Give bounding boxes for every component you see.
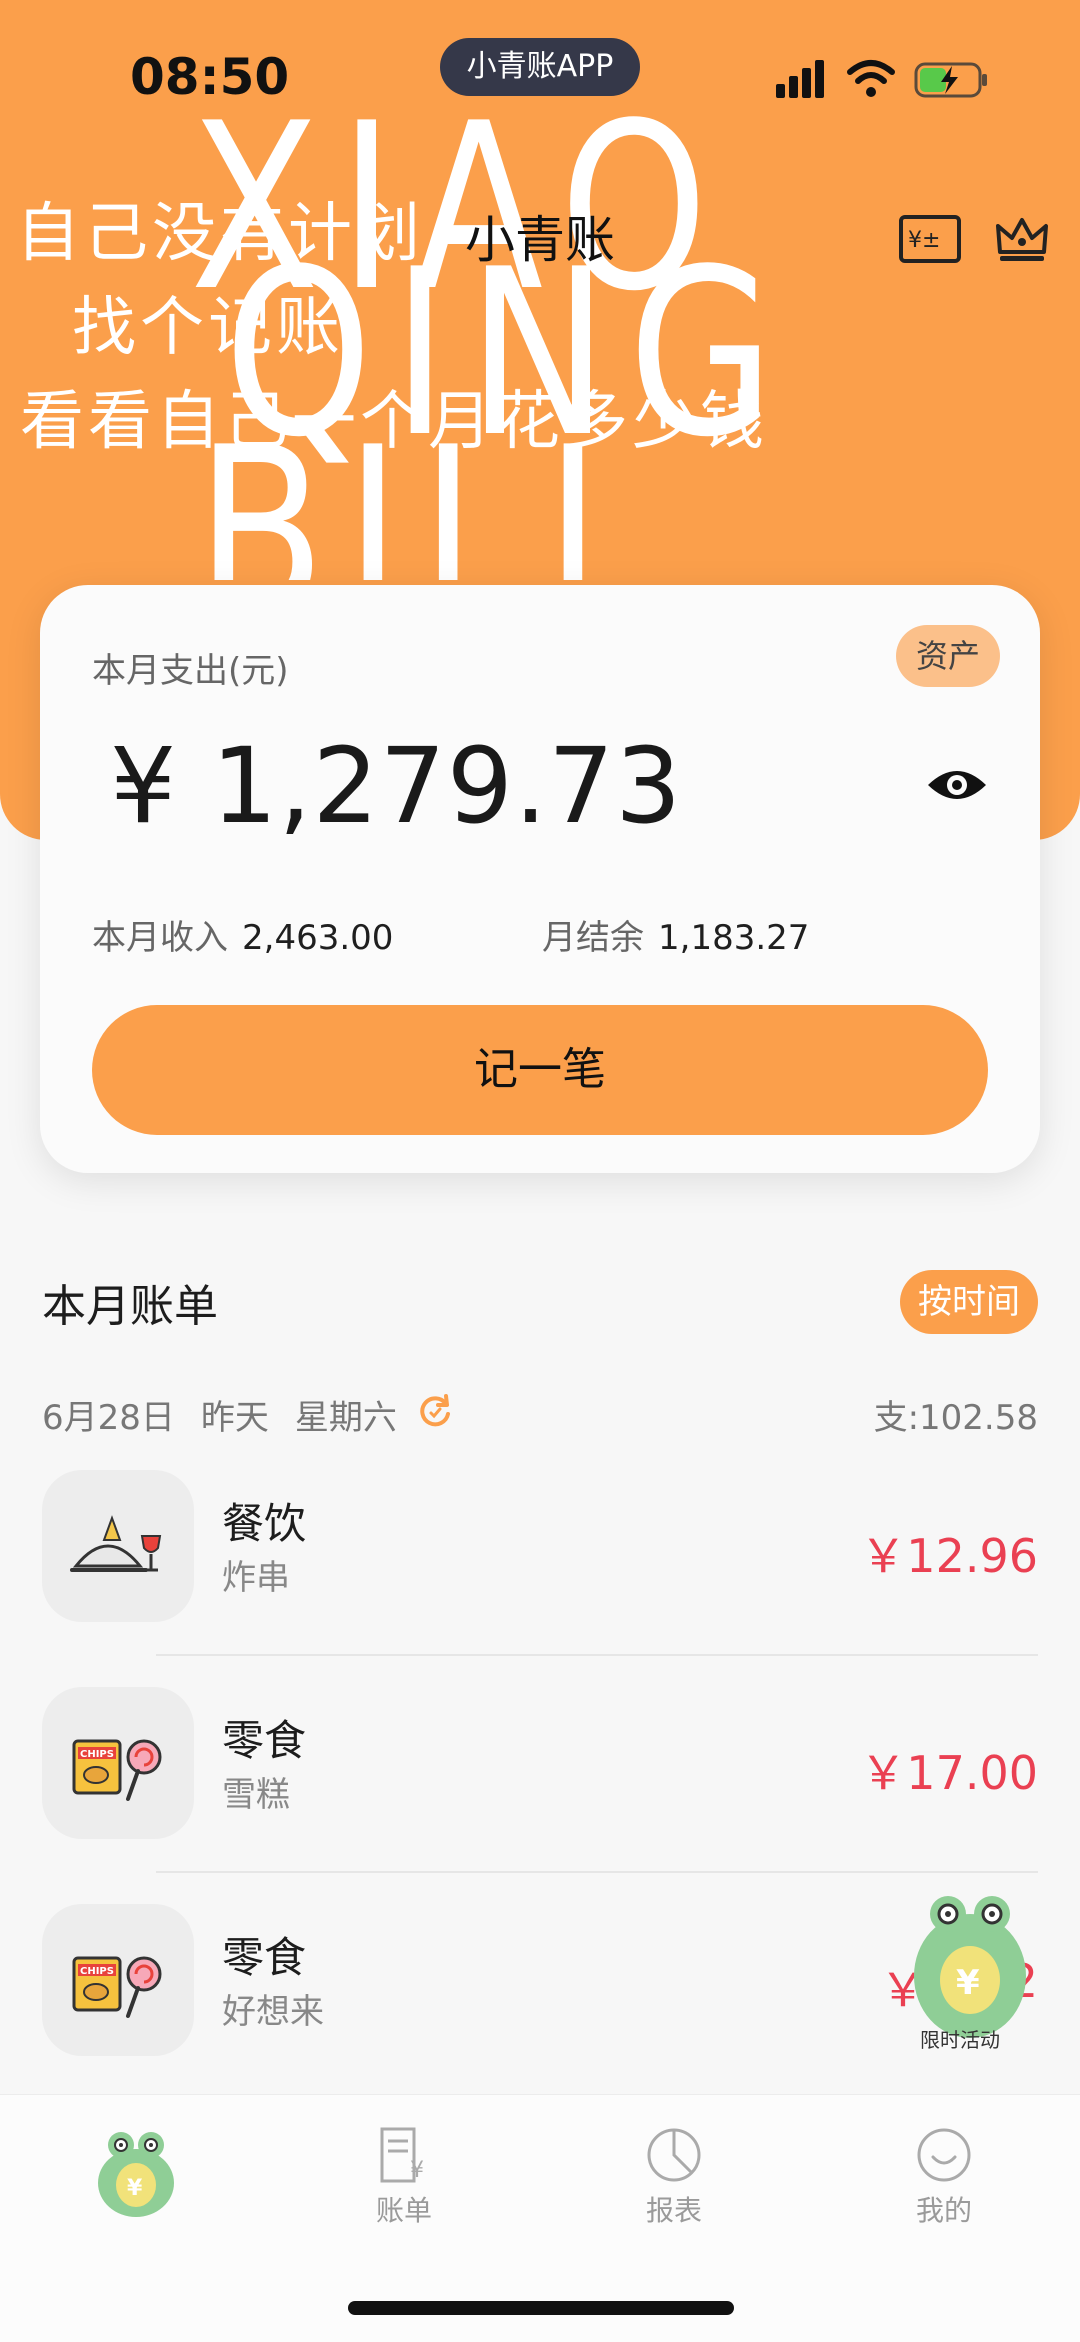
- promo-label: 限时活动: [920, 2028, 1000, 2052]
- tab-profile-label: 我的: [915, 2194, 972, 2227]
- bill-note: 好想来: [222, 1992, 324, 2032]
- status-bar: 08:50 小青账APP: [0, 0, 1080, 150]
- bills-section-title: 本月账单: [42, 1281, 218, 1332]
- bill-amount: ￥12.96: [860, 1529, 1038, 1583]
- income-label: 本月收入: [92, 918, 228, 958]
- tab-bills-label: 账单: [375, 2194, 432, 2227]
- smile-icon: [917, 2128, 971, 2182]
- svg-text:¥: ¥: [410, 2158, 424, 2183]
- tab-bills[interactable]: ¥ 账单: [324, 2125, 484, 2229]
- svg-text:CHIPS: CHIPS: [80, 1966, 114, 1977]
- wifi-icon: [847, 60, 895, 97]
- income-row: 本月收入 2,463.00: [92, 910, 393, 959]
- bottom-tab-bar: ¥ ¥ 账单 报表 我的: [0, 2094, 1080, 2342]
- sort-by-time-button[interactable]: 按时间: [900, 1270, 1038, 1334]
- record-entry-button[interactable]: 记一笔: [92, 1005, 988, 1135]
- bill-note: 炸串: [222, 1558, 290, 1598]
- svg-text:CHIPS: CHIPS: [80, 1749, 114, 1760]
- bill-category: 餐饮: [222, 1499, 307, 1548]
- snacks-icon: CHIPS: [42, 1904, 194, 2056]
- balance-value: 1,183.27: [658, 918, 810, 958]
- monthly-summary-card: 本月支出(元) 资产 ¥ 1,279.73 本月收入 2,463.00 月结余 1,…: [40, 585, 1040, 1173]
- refresh-icon[interactable]: [416, 1392, 454, 1430]
- svg-text:¥: ¥: [127, 2176, 143, 2201]
- balance-row: 月结余 1,183.27: [542, 910, 809, 959]
- bill-amount: ￥17.00: [860, 1746, 1038, 1800]
- income-value: 2,463.00: [242, 918, 394, 958]
- divider: [156, 1654, 1038, 1656]
- snacks-icon: CHIPS: [42, 1687, 194, 1839]
- tab-home[interactable]: ¥: [56, 2125, 216, 2225]
- day-total: 支:102.58: [873, 1398, 1038, 1438]
- frog-mascot-icon: ¥: [98, 2132, 174, 2217]
- divider: [156, 1871, 1038, 1873]
- tab-profile[interactable]: 我的: [864, 2125, 1024, 2229]
- weekday: 星期六: [294, 1398, 397, 1438]
- bill-item[interactable]: 餐饮 炸串 ￥12.96: [0, 1470, 1080, 1688]
- bill-item[interactable]: CHIPS 零食 雪糕 ￥17.00: [0, 1687, 1080, 1905]
- bill-category: 零食: [222, 1716, 307, 1765]
- relative-day: 昨天: [200, 1398, 269, 1438]
- svg-text:¥±: ¥±: [908, 228, 940, 253]
- tab-reports-label: 报表: [645, 2194, 702, 2227]
- dining-icon: [42, 1470, 194, 1622]
- monthly-expense-amount: ¥ 1,279.73: [110, 725, 683, 847]
- pie-chart-icon: [647, 2128, 701, 2182]
- tab-reports[interactable]: 报表: [594, 2125, 754, 2229]
- app-name-pill: 小青账APP: [440, 38, 640, 96]
- ledger-exchange-icon[interactable]: ¥±: [898, 214, 962, 264]
- bill-icon: ¥: [380, 2127, 424, 2183]
- cellular-signal-icon: [776, 60, 824, 98]
- bill-note: 雪糕: [222, 1775, 290, 1815]
- expense-label: 本月支出(元): [92, 651, 289, 691]
- svg-text:¥: ¥: [956, 1963, 980, 2003]
- balance-label: 月结余: [542, 918, 644, 958]
- home-indicator: [348, 2301, 734, 2315]
- battery-charging-icon: [914, 62, 987, 98]
- status-time: 08:50: [130, 48, 290, 106]
- date-label: 6月28日: [42, 1398, 175, 1438]
- assets-button[interactable]: 资产: [896, 625, 1000, 687]
- crown-icon[interactable]: [994, 212, 1050, 264]
- date-group-header: 6月28日 昨天 星期六: [42, 1390, 423, 1439]
- eye-icon[interactable]: [926, 765, 988, 805]
- bill-category: 零食: [222, 1933, 307, 1982]
